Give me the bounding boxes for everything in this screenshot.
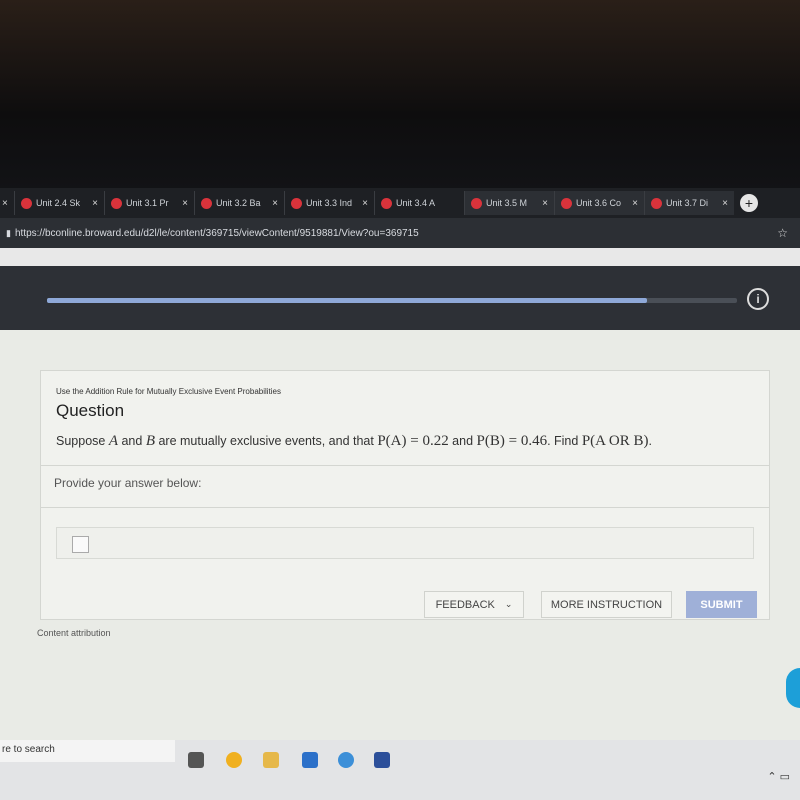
- taskbar-search[interactable]: re to search: [0, 740, 175, 762]
- tab[interactable]: Unit 3.4 A: [374, 191, 464, 215]
- file-explorer-icon[interactable]: [263, 752, 279, 768]
- answer-prompt: Provide your answer below:: [54, 476, 202, 490]
- progress-bar: [47, 298, 737, 303]
- favicon-icon: [471, 197, 482, 209]
- divider: [41, 507, 769, 508]
- close-icon[interactable]: ×: [0, 198, 14, 209]
- system-tray[interactable]: ⌃ ▭: [767, 770, 790, 783]
- chrome-icon[interactable]: [226, 752, 242, 768]
- favicon-icon: [291, 197, 302, 209]
- content-attribution-link[interactable]: Content attribution: [37, 628, 111, 638]
- question-text: Suppose A and B are mutually exclusive e…: [56, 433, 652, 449]
- tab[interactable]: Unit 3.1 Pr ×: [104, 191, 194, 215]
- feedback-button[interactable]: FEEDBACK ⌄: [424, 591, 524, 618]
- close-icon[interactable]: ×: [272, 198, 278, 209]
- more-instruction-button[interactable]: MORE INSTRUCTION: [541, 591, 672, 618]
- tab-label: Unit 3.2 Ba: [216, 198, 261, 208]
- close-icon[interactable]: ×: [632, 198, 638, 209]
- tab[interactable]: Unit 3.7 Di ×: [644, 191, 734, 215]
- lock-icon: ▮: [6, 227, 11, 238]
- favicon-icon: [651, 197, 662, 209]
- task-view-icon[interactable]: [188, 752, 204, 768]
- tab[interactable]: Unit 3.2 Ba ×: [194, 191, 284, 215]
- tab[interactable]: Unit 3.6 Co ×: [554, 191, 644, 215]
- progress-fill: [47, 298, 648, 303]
- tab-label: Unit 3.5 M: [486, 198, 528, 208]
- activity-header: i: [0, 266, 800, 330]
- tab-label: Unit 2.4 Sk: [36, 198, 81, 208]
- tab-label: Unit 3.7 Di: [666, 198, 709, 208]
- taskbar: re to search ⌃ ▭: [0, 740, 800, 800]
- tab-label: Unit 3.1 Pr: [126, 198, 169, 208]
- tab-label: Unit 3.3 Ind: [306, 198, 353, 208]
- mail-icon[interactable]: [338, 752, 354, 768]
- store-icon[interactable]: [302, 752, 318, 768]
- new-tab-button[interactable]: +: [740, 194, 758, 212]
- bookmark-star-icon[interactable]: ☆: [777, 226, 788, 240]
- favicon-icon: [111, 197, 122, 209]
- question-title: Question: [56, 401, 125, 420]
- divider: [41, 465, 769, 466]
- tab-active[interactable]: Unit 3.5 M ×: [464, 191, 554, 215]
- tab-strip: × Unit 2.4 Sk × Unit 3.1 Pr × Unit 3.2 Ba ×…: [0, 188, 800, 218]
- close-icon[interactable]: ×: [92, 198, 98, 209]
- chevron-down-icon: ⌄: [504, 599, 513, 609]
- favicon-icon: [561, 197, 572, 209]
- close-icon[interactable]: ×: [362, 198, 368, 209]
- url-text[interactable]: https://bconline.broward.edu/d2l/le/cont…: [15, 228, 419, 239]
- help-chat-button[interactable]: [786, 668, 800, 708]
- favicon-icon: [201, 197, 212, 209]
- tab-label: Unit 3.4 A: [396, 198, 436, 208]
- topic-label: Use the Addition Rule for Mutually Exclu…: [56, 387, 281, 396]
- close-icon[interactable]: ×: [722, 198, 728, 209]
- close-icon[interactable]: ×: [542, 198, 548, 209]
- content-area: Use the Addition Rule for Mutually Exclu…: [0, 330, 800, 740]
- monitor-bezel: [0, 0, 800, 190]
- feedback-label: FEEDBACK: [435, 598, 495, 611]
- tab[interactable]: Unit 3.3 Ind ×: [284, 191, 374, 215]
- app-icon[interactable]: [374, 752, 390, 768]
- tab-label: Unit 3.6 Co: [576, 198, 622, 208]
- close-icon[interactable]: ×: [182, 198, 188, 209]
- favicon-icon: [21, 197, 32, 209]
- address-bar[interactable]: ▮ https://bconline.broward.edu/d2l/le/co…: [0, 218, 800, 248]
- bookmarks-strip: [0, 248, 800, 266]
- question-card: Use the Addition Rule for Mutually Exclu…: [40, 370, 770, 620]
- info-icon[interactable]: i: [747, 288, 769, 310]
- answer-input[interactable]: [72, 536, 89, 553]
- tab[interactable]: Unit 2.4 Sk ×: [14, 191, 104, 215]
- submit-button[interactable]: SUBMIT: [686, 591, 757, 618]
- answer-area: [56, 527, 754, 559]
- favicon-icon: [381, 197, 392, 209]
